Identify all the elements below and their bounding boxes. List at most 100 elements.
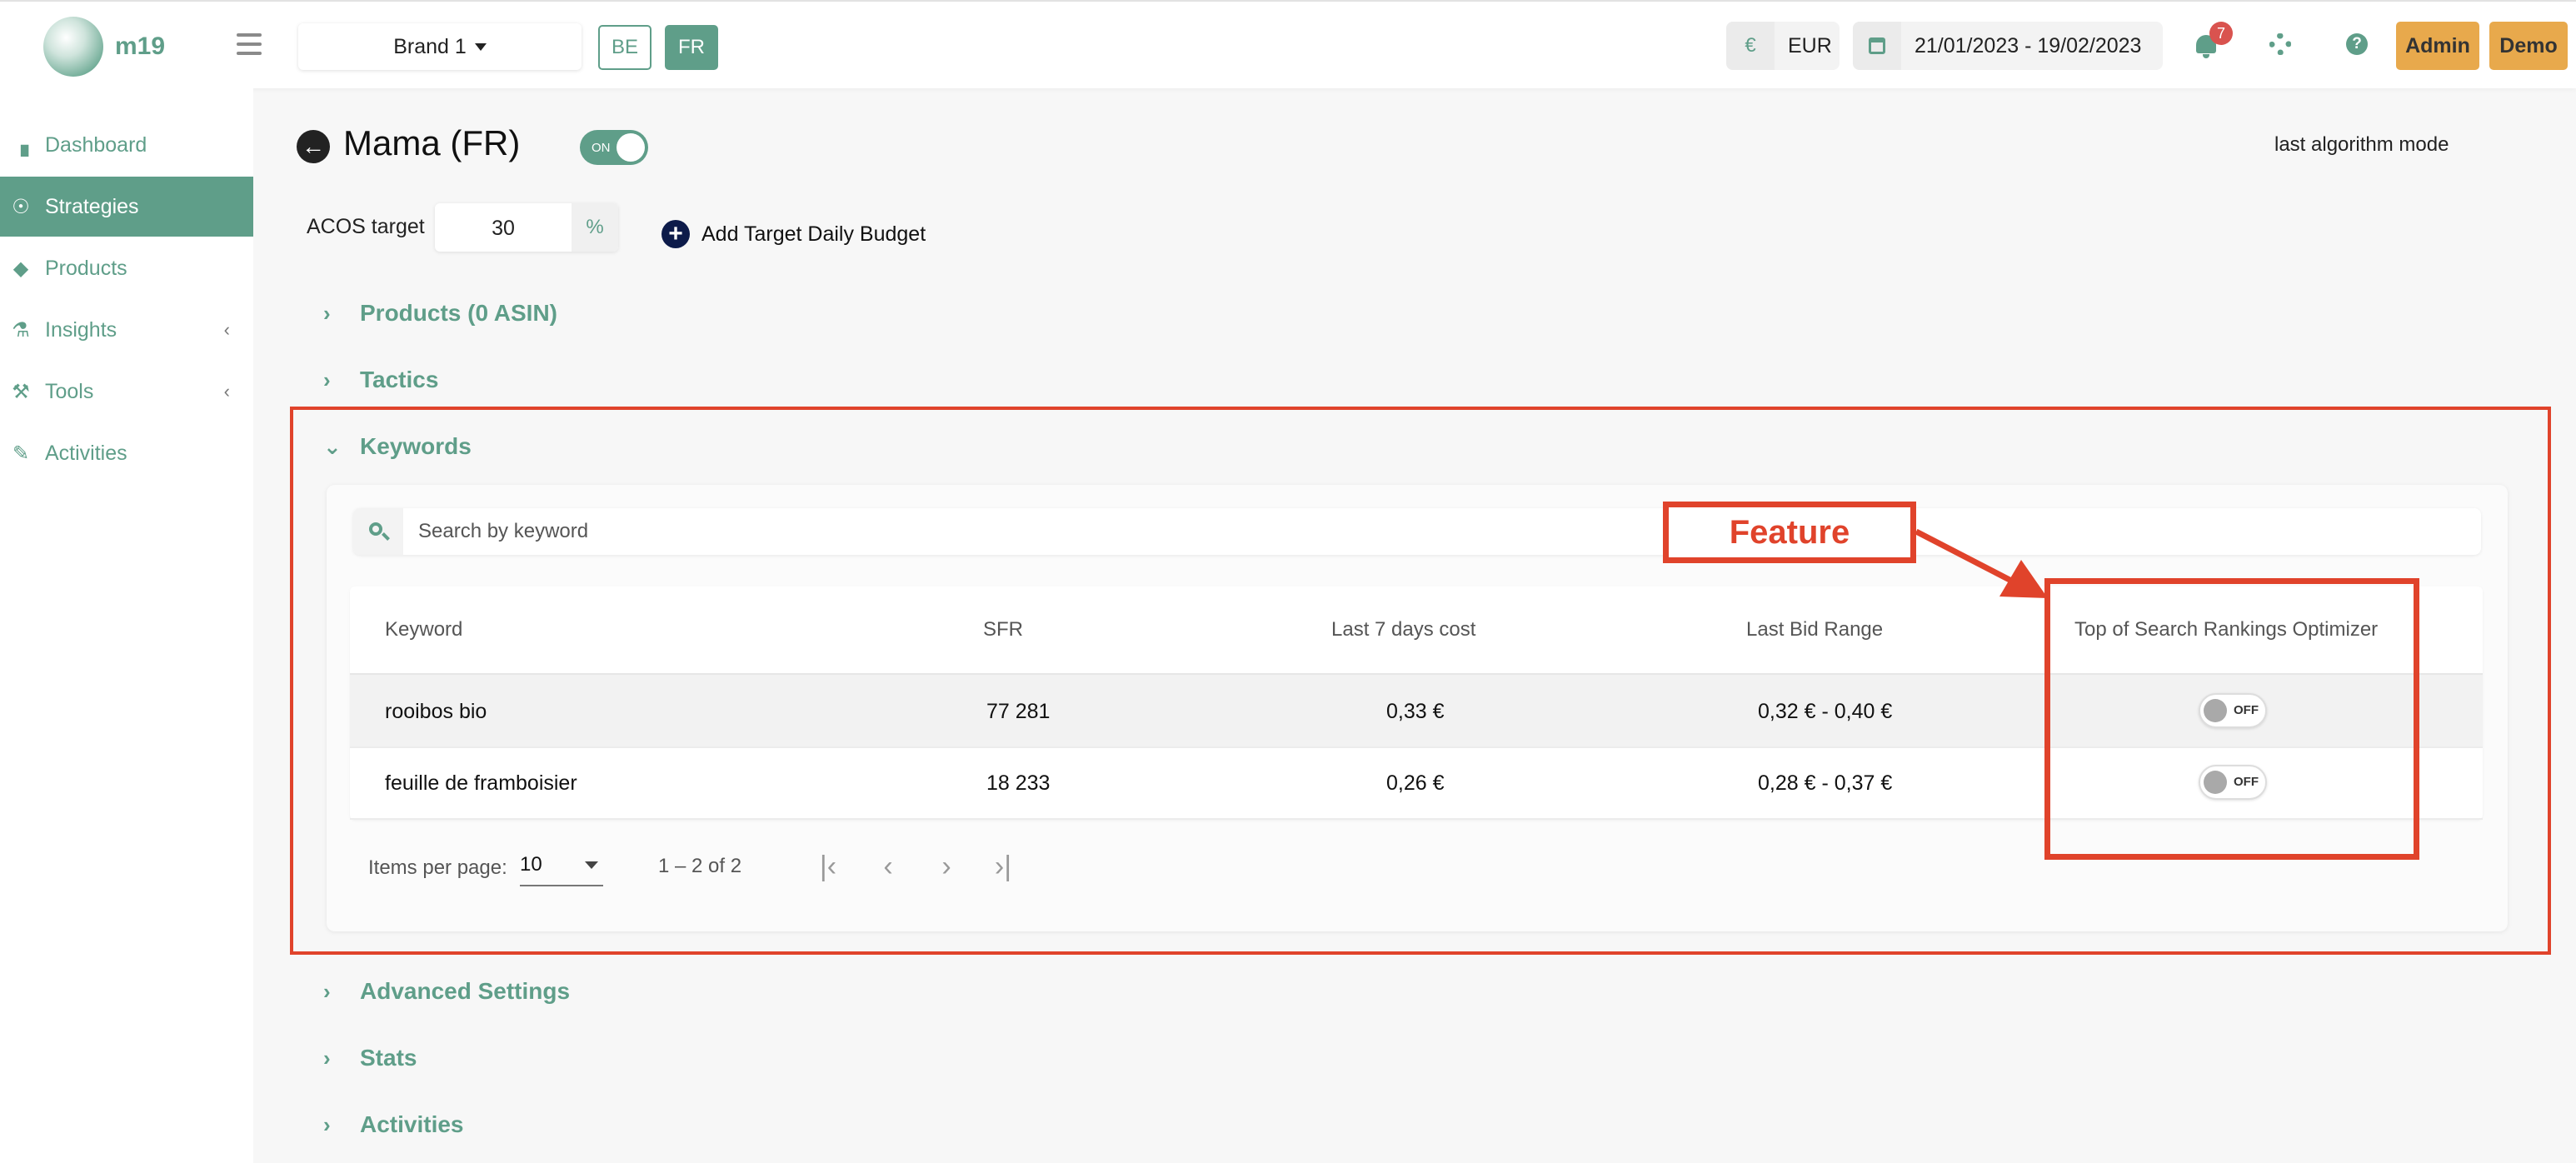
algorithm-mode-label: last algorithm mode xyxy=(2274,133,2449,156)
dropdown-arrow-icon xyxy=(585,861,598,869)
brand-selector[interactable]: Brand 1 xyxy=(298,23,582,70)
hamburger-menu-icon[interactable] xyxy=(237,33,262,55)
flask-icon: ⚗ xyxy=(12,318,30,342)
sidebar: ▗ Dashboard ☉ Strategies ◆ Products ⚗ Insights ‹… xyxy=(0,88,253,1163)
sidebar-item-strategies[interactable]: ☉ Strategies xyxy=(0,177,253,237)
toggle-knob xyxy=(2204,699,2227,722)
column-header-keyword[interactable]: Keyword xyxy=(385,618,462,641)
acos-target-input[interactable] xyxy=(435,203,572,253)
items-per-page-label: Items per page: xyxy=(368,856,507,879)
last-page-icon[interactable]: ›| xyxy=(983,846,1023,886)
sidebar-item-label: Tools xyxy=(45,379,94,403)
column-header-last-bid-range[interactable]: Last Bid Range xyxy=(1746,618,1883,641)
sidebar-item-dashboard[interactable]: ▗ Dashboard xyxy=(0,115,253,175)
help-icon[interactable]: ? xyxy=(2346,33,2368,55)
strategy-status-toggle[interactable]: ON xyxy=(580,130,648,165)
demo-button[interactable]: Demo xyxy=(2489,22,2568,70)
section-activities-label: Activities xyxy=(360,1111,464,1137)
marketplace-fr-button[interactable]: FR xyxy=(665,25,718,70)
table-row[interactable]: rooibos bio 77 281 0,33 € 0,32 € - 0,40 … xyxy=(350,675,2483,748)
tags-icon: ◆ xyxy=(12,257,29,280)
pagination-range: 1 – 2 of 2 xyxy=(658,855,742,877)
toggle-state-label: OFF xyxy=(2234,703,2259,717)
chevron-right-icon: › xyxy=(323,367,331,392)
main-content: ← Mama (FR) ON last algorithm mode ACOS … xyxy=(253,88,2576,1163)
bar-chart-icon: ▗ xyxy=(12,133,29,157)
keyword-cell: feuille de framboisier xyxy=(385,771,577,795)
logo[interactable]: m19 xyxy=(43,17,165,77)
sidebar-item-label: Products xyxy=(45,256,127,280)
notification-badge: 7 xyxy=(2209,22,2233,45)
chevron-right-icon: › xyxy=(323,1111,331,1137)
marketplace-be-button[interactable]: BE xyxy=(598,25,651,70)
date-range-picker[interactable]: 21/01/2023 - 19/02/2023 xyxy=(1853,22,2163,70)
acos-target-label: ACOS target xyxy=(307,215,425,238)
section-keywords-label: Keywords xyxy=(360,433,472,459)
edit-icon: ✎ xyxy=(12,442,30,465)
section-advanced-label: Advanced Settings xyxy=(360,978,571,1004)
keyword-search xyxy=(353,508,2481,555)
section-products-label: Products (0 ASIN) xyxy=(360,300,557,326)
section-tactics-label: Tactics xyxy=(360,367,439,392)
section-advanced-settings[interactable]: › Advanced Settings xyxy=(323,975,570,1008)
acos-target-field: % xyxy=(435,203,618,253)
calendar-icon xyxy=(1853,22,1901,70)
sidebar-item-tools[interactable]: ⚒ Tools ‹ xyxy=(0,362,253,422)
column-header-last-7-days-cost[interactable]: Last 7 days cost xyxy=(1331,618,1475,641)
sfr-cell: 18 233 xyxy=(986,771,1051,795)
sidebar-item-products[interactable]: ◆ Products xyxy=(0,238,253,298)
first-page-icon[interactable]: |‹ xyxy=(808,846,848,886)
column-header-sfr[interactable]: SFR xyxy=(983,618,1023,641)
items-per-page-select[interactable]: 10 xyxy=(520,851,603,886)
logo-text: m19 xyxy=(115,32,166,60)
chevron-right-icon: › xyxy=(323,1045,331,1071)
chevron-left-icon: ‹ xyxy=(223,381,230,402)
section-activities[interactable]: › Activities xyxy=(323,1108,464,1141)
currency-label: EUR xyxy=(1788,33,1832,57)
previous-page-icon[interactable]: ‹ xyxy=(868,846,908,886)
brand-selector-label: Brand 1 xyxy=(393,34,467,58)
add-target-daily-budget-button[interactable]: + Add Target Daily Budget xyxy=(661,220,926,248)
admin-button[interactable]: Admin xyxy=(2396,22,2479,70)
chevron-right-icon: › xyxy=(323,978,331,1004)
toggle-state-label: OFF xyxy=(2234,775,2259,789)
sidebar-item-label: Strategies xyxy=(45,194,139,218)
keywords-table: Keyword SFR Last 7 days cost Last Bid Ra… xyxy=(350,586,2483,820)
toggle-state-label: ON xyxy=(592,141,611,155)
gear-icon[interactable] xyxy=(2269,33,2291,55)
section-stats[interactable]: › Stats xyxy=(323,1041,417,1075)
top-bar: m19 Brand 1 BE FR € EUR 21/01/2023 - 19/… xyxy=(0,0,2576,88)
bid-range-cell: 0,32 € - 0,40 € xyxy=(1758,700,1893,723)
keyword-search-input[interactable] xyxy=(403,509,2481,554)
next-page-icon[interactable]: › xyxy=(926,846,966,886)
column-header-top-of-search-optimizer[interactable]: Top of Search Rankings Optimizer xyxy=(2074,618,2378,641)
section-keywords[interactable]: ⌄ Keywords xyxy=(323,430,472,463)
sidebar-item-insights[interactable]: ⚗ Insights ‹ xyxy=(0,300,253,360)
add-budget-label: Add Target Daily Budget xyxy=(701,222,926,246)
optimizer-toggle[interactable]: OFF xyxy=(2199,693,2267,728)
cost-cell: 0,33 € xyxy=(1386,700,1445,723)
currency-selector[interactable]: € EUR xyxy=(1726,22,1840,70)
page-title: Mama (FR) xyxy=(343,123,521,162)
logo-mark-icon xyxy=(43,17,103,77)
section-products[interactable]: › Products (0 ASIN) xyxy=(323,297,557,330)
percent-unit: % xyxy=(572,203,618,252)
chevron-right-icon: › xyxy=(323,300,331,326)
items-per-page-value: 10 xyxy=(520,853,542,876)
cost-cell: 0,26 € xyxy=(1386,771,1445,795)
sidebar-item-activities[interactable]: ✎ Activities xyxy=(0,423,253,483)
optimizer-toggle[interactable]: OFF xyxy=(2199,765,2267,800)
caret-down-icon xyxy=(474,42,487,51)
section-tactics[interactable]: › Tactics xyxy=(323,363,438,397)
toggle-knob xyxy=(2204,771,2227,794)
table-row[interactable]: feuille de framboisier 18 233 0,26 € 0,2… xyxy=(350,746,2483,820)
back-arrow-icon[interactable]: ← xyxy=(297,130,330,163)
toggle-knob xyxy=(617,133,645,162)
keyword-cell: rooibos bio xyxy=(385,700,487,723)
annotation-feature-label: Feature xyxy=(1663,502,1916,563)
plus-circle-icon: + xyxy=(661,220,690,248)
sfr-cell: 77 281 xyxy=(986,700,1051,723)
sidebar-item-label: Activities xyxy=(45,441,127,465)
chevron-down-icon: ⌄ xyxy=(323,433,342,459)
lightbulb-icon: ☉ xyxy=(12,195,30,218)
